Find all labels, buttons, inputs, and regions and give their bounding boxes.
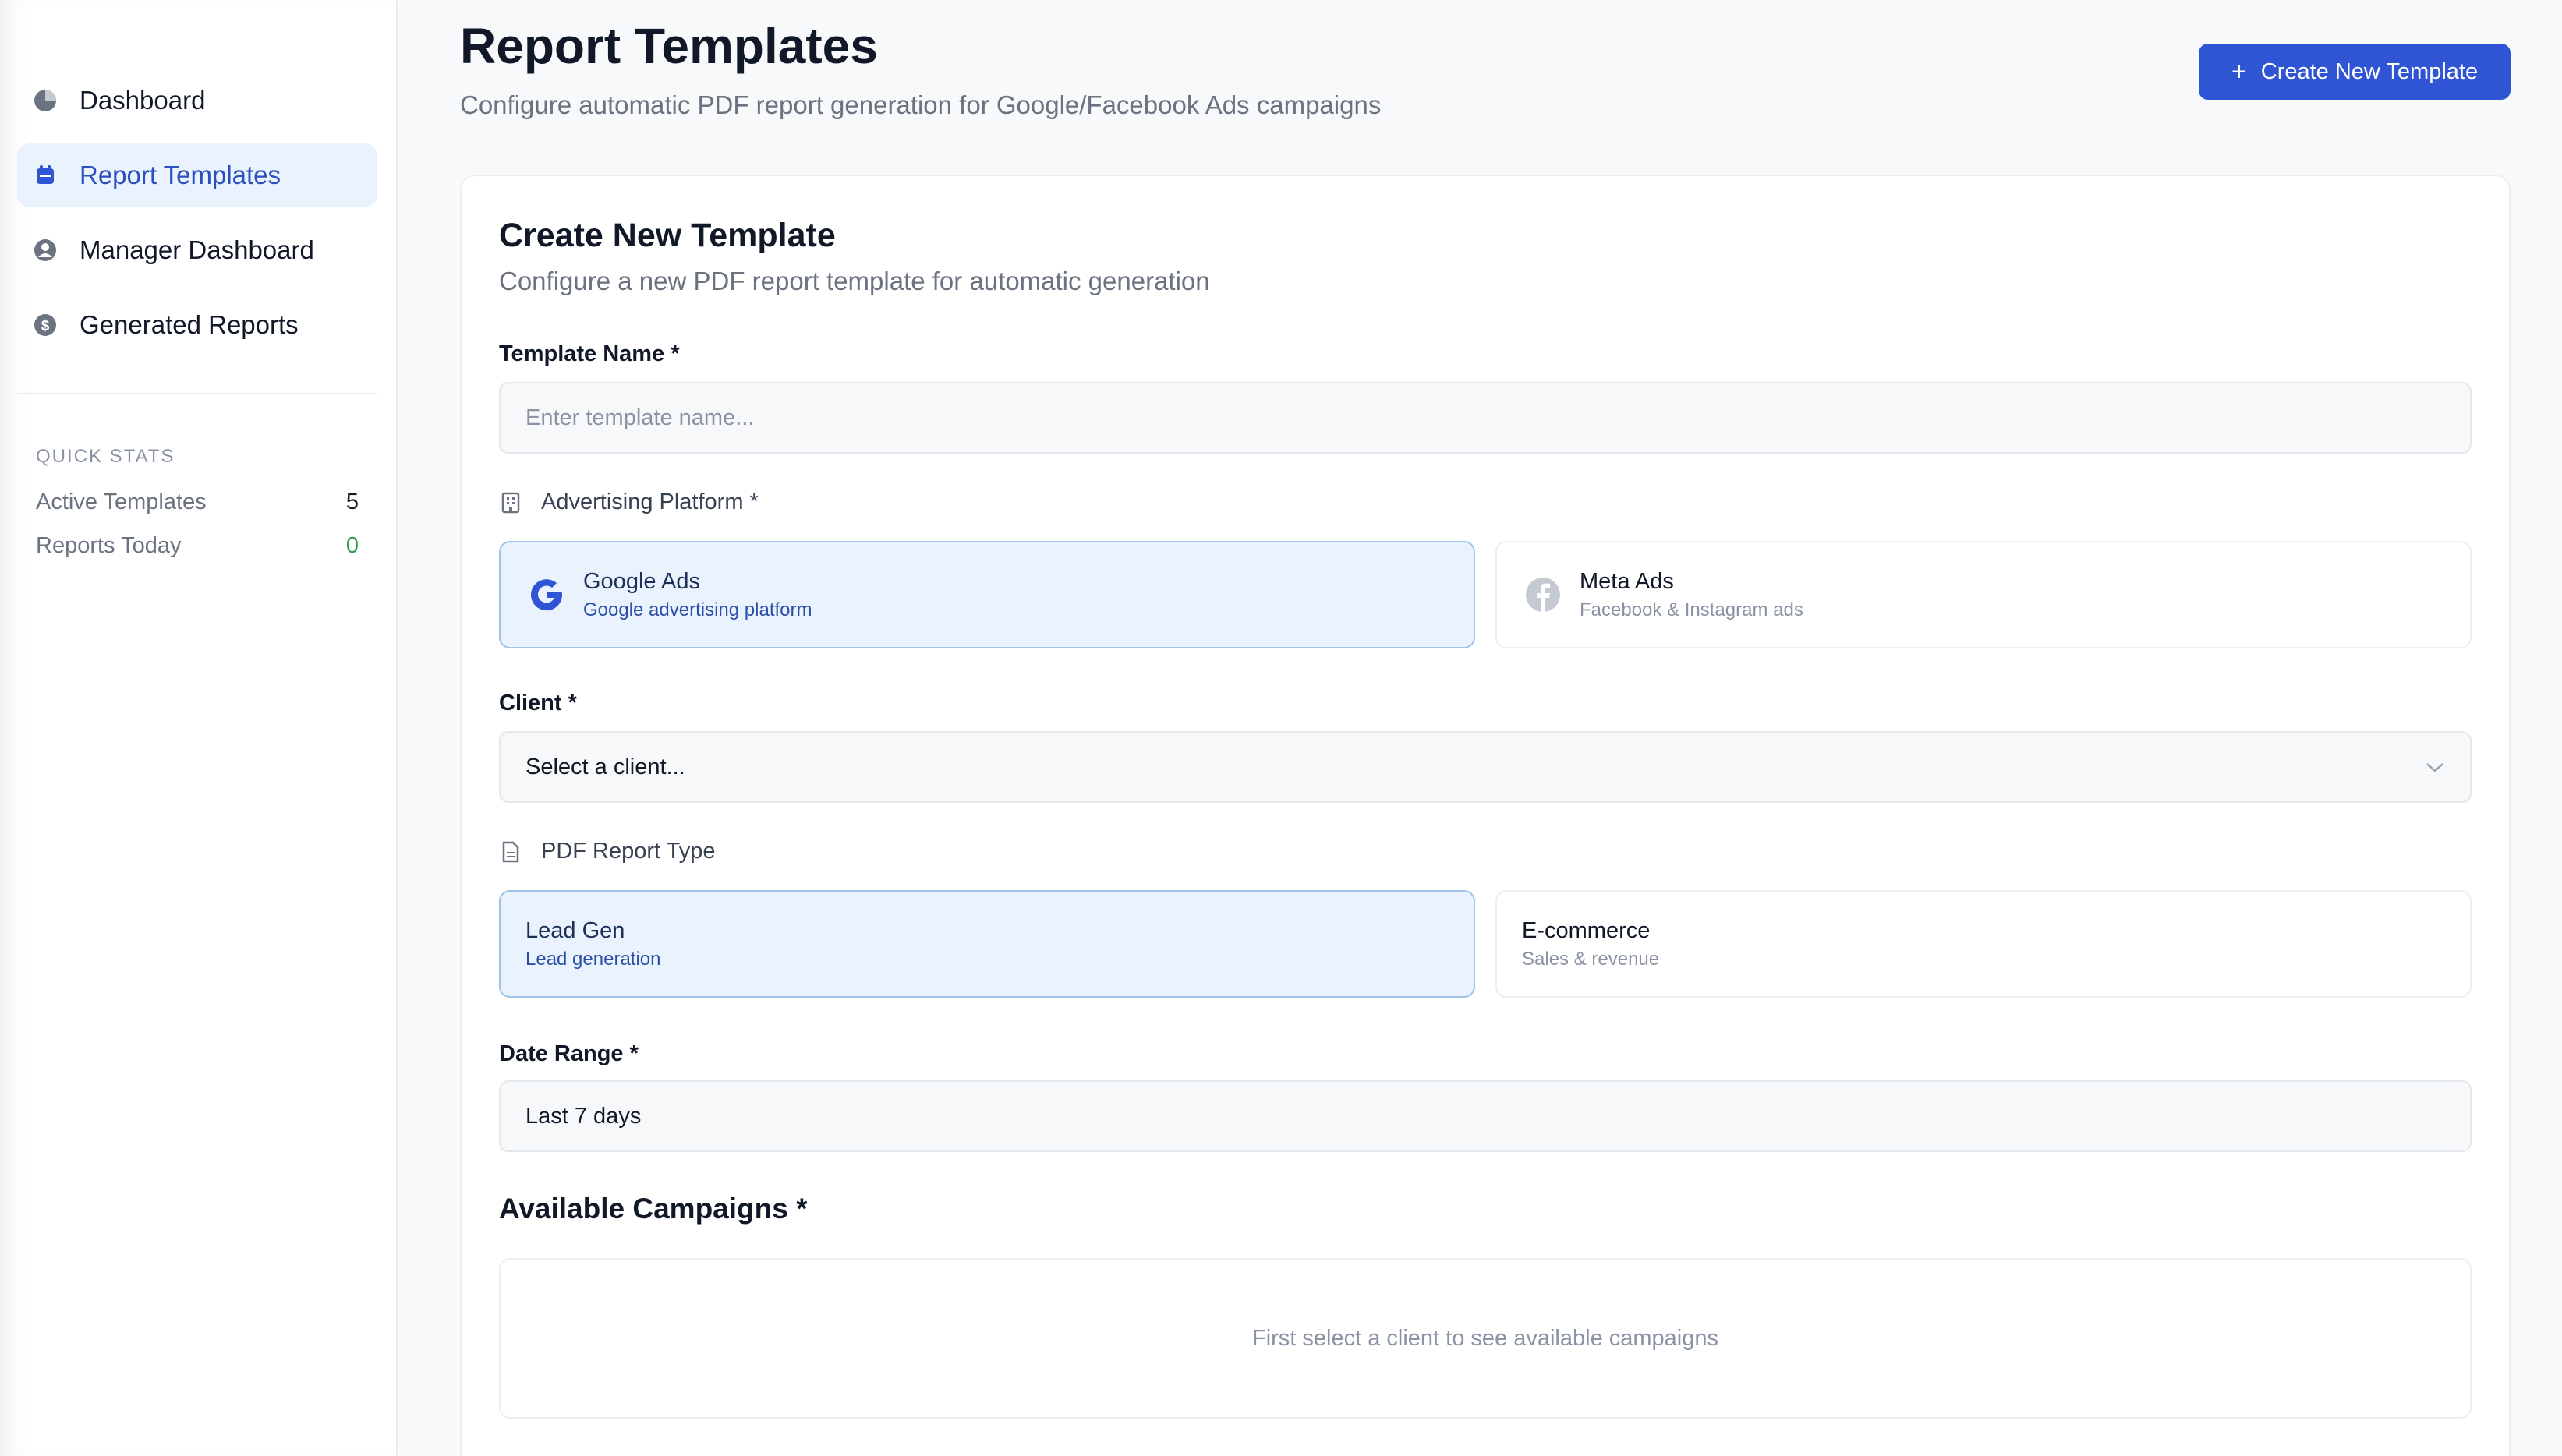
dollar-circle-icon: $ — [33, 313, 58, 337]
pie-chart-icon — [33, 88, 58, 113]
document-icon — [499, 840, 522, 864]
stat-reports-today: Reports Today 0 — [36, 533, 359, 559]
report-type-option-lead-gen[interactable]: Lead Gen Lead generation — [499, 890, 1475, 998]
campaigns-empty-state: First select a client to see available c… — [499, 1258, 2472, 1419]
card-subtitle: Configure a new PDF report template for … — [499, 267, 1210, 295]
template-icon — [33, 163, 58, 188]
platform-label-text: Advertising Platform * — [541, 489, 759, 514]
create-template-card: Create New Template Configure a new PDF … — [460, 175, 2511, 1456]
platform-label: Advertising Platform * — [499, 489, 759, 515]
template-name-input[interactable] — [499, 382, 2472, 454]
date-range-select[interactable]: Last 7 days — [499, 1080, 2472, 1152]
sidebar: Dashboard Report Templates Manager Dashb… — [0, 0, 398, 1456]
sidebar-item-dashboard[interactable]: Dashboard — [17, 69, 377, 133]
sidebar-item-report-templates[interactable]: Report Templates — [17, 143, 377, 207]
sidebar-item-generated-reports[interactable]: $ Generated Reports — [17, 293, 377, 357]
option-subtitle: Lead generation — [525, 948, 661, 970]
stat-label: Active Templates — [36, 489, 207, 514]
create-new-template-button[interactable]: + Create New Template — [2199, 44, 2511, 100]
chevron-down-icon — [2425, 755, 2445, 780]
plus-icon: + — [2231, 57, 2247, 87]
client-select-value: Select a client... — [525, 754, 685, 779]
sidebar-nav: Dashboard Report Templates Manager Dashb… — [17, 69, 377, 368]
card-title: Create New Template — [499, 217, 836, 254]
report-type-option-ecommerce[interactable]: E-commerce Sales & revenue — [1495, 890, 2472, 998]
report-type-label: PDF Report Type — [499, 839, 716, 864]
sidebar-divider — [17, 393, 377, 394]
platform-option-text: Google Ads Google advertising platform — [583, 569, 812, 621]
create-button-label: Create New Template — [2260, 58, 2479, 84]
user-circle-icon — [33, 238, 58, 263]
sidebar-item-label: Report Templates — [80, 161, 281, 189]
sidebar-item-label: Manager Dashboard — [80, 235, 314, 264]
option-title: Meta Ads — [1580, 568, 1674, 594]
sidebar-item-manager-dashboard[interactable]: Manager Dashboard — [17, 218, 377, 282]
report-type-label-text: PDF Report Type — [541, 839, 716, 864]
platform-option-text: Meta Ads Facebook & Instagram ads — [1580, 569, 1803, 621]
available-campaigns-title: Available Campaigns * — [499, 1193, 808, 1225]
option-title: Lead Gen — [525, 917, 625, 943]
client-label: Client * — [499, 691, 577, 716]
option-subtitle: Facebook & Instagram ads — [1580, 599, 1803, 620]
stat-active-templates: Active Templates 5 — [36, 489, 359, 515]
quick-stats-title: QUICK STATS — [36, 446, 175, 467]
platform-option-meta-ads[interactable]: Meta Ads Facebook & Instagram ads — [1495, 541, 2472, 648]
option-title: E-commerce — [1522, 917, 1651, 943]
svg-text:$: $ — [41, 318, 50, 334]
stat-label: Reports Today — [36, 533, 182, 558]
page-subtitle: Configure automatic PDF report generatio… — [460, 90, 1382, 119]
stat-value: 5 — [345, 489, 359, 514]
page-title: Report Templates — [460, 18, 878, 74]
option-title: Google Ads — [583, 568, 700, 594]
sidebar-item-label: Dashboard — [80, 86, 206, 115]
template-name-label: Template Name * — [499, 341, 680, 366]
facebook-icon — [1522, 574, 1564, 616]
sidebar-item-label: Generated Reports — [80, 310, 299, 339]
report-type-option-text: Lead Gen Lead generation — [525, 918, 660, 970]
campaigns-empty-text: First select a client to see available c… — [1251, 1325, 1718, 1351]
option-subtitle: Sales & revenue — [1522, 948, 1660, 970]
client-select[interactable]: Select a client... — [499, 731, 2472, 803]
date-range-value: Last 7 days — [525, 1103, 642, 1129]
platform-option-google-ads[interactable]: Google Ads Google advertising platform — [499, 541, 1475, 648]
date-range-label: Date Range * — [499, 1041, 639, 1066]
stat-value: 0 — [345, 533, 359, 558]
option-subtitle: Google advertising platform — [583, 599, 812, 620]
report-type-option-text: E-commerce Sales & revenue — [1522, 918, 1659, 970]
building-icon — [499, 491, 522, 514]
google-g-icon — [525, 574, 568, 616]
